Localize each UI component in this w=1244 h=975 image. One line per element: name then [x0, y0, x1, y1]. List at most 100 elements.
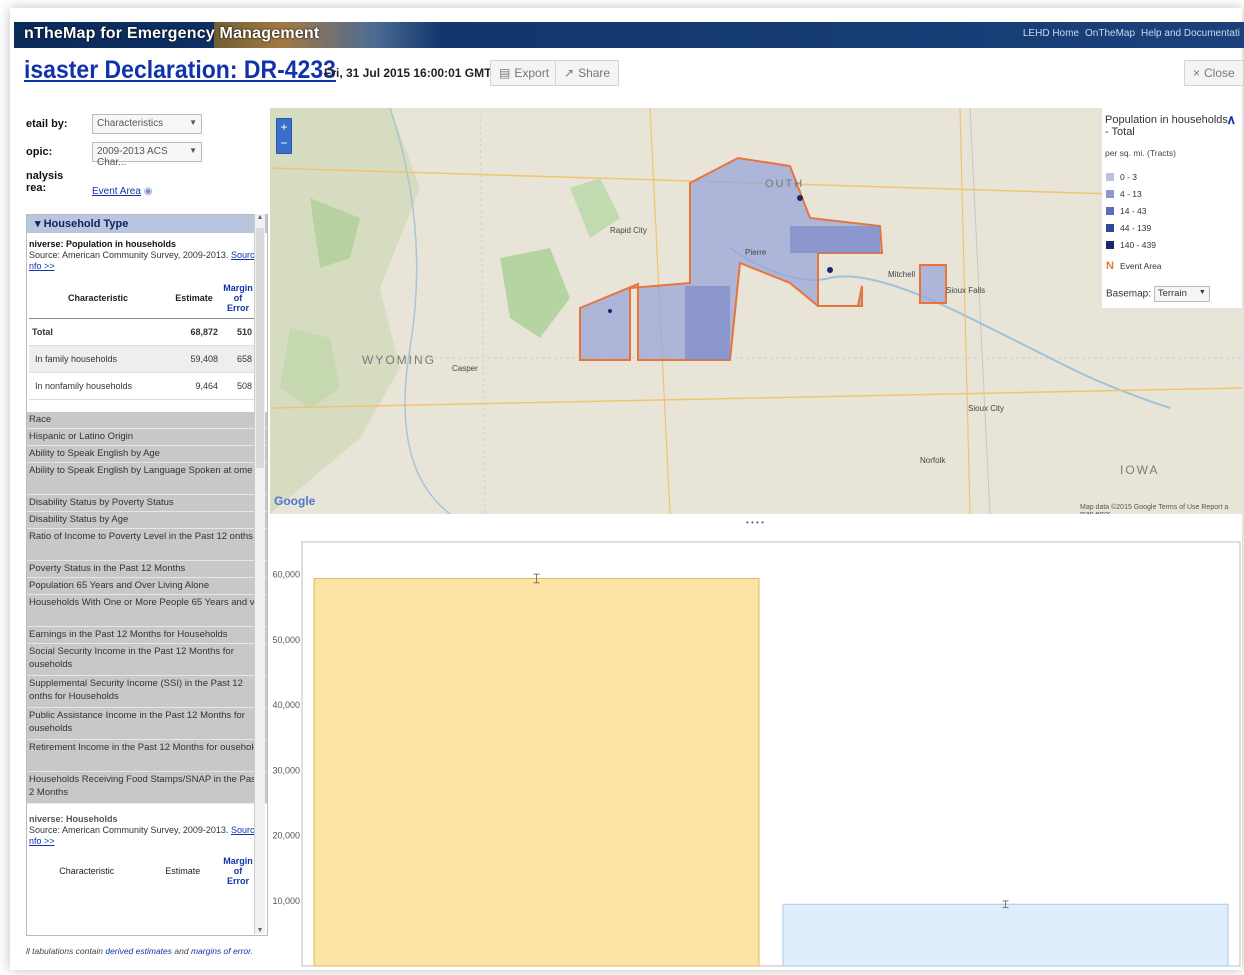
legend-swatch [1106, 241, 1114, 249]
state-label-south-dakota: OUTH [765, 178, 805, 190]
row-estimate: 59,408 [166, 345, 221, 373]
derived-estimates-link[interactable]: derived estimates [105, 946, 172, 956]
scroll-down-icon[interactable]: ▼ [255, 927, 265, 934]
legend-item-label: 140 - 439 [1120, 240, 1156, 250]
col-margin-of-error[interactable]: Margin of Error [221, 278, 255, 319]
scroll-up-icon[interactable]: ▲ [255, 214, 265, 221]
detail-by-value: Characteristics [97, 118, 164, 129]
app-header-bar: nTheMap for Emergency Management LEHD Ho… [14, 22, 1244, 48]
section-65-living-alone[interactable]: Population 65 Years and Over Living Alon… [27, 578, 267, 595]
zoom-out-button[interactable]: − [277, 135, 291, 151]
section-food-stamps[interactable]: Households Receiving Food Stamps/SNAP in… [27, 772, 267, 804]
row-label: In nonfamily households [29, 372, 167, 400]
google-logo: Google [274, 494, 316, 508]
scroll-thumb[interactable] [256, 228, 264, 468]
col-margin-of-error[interactable]: Margin of Error [221, 851, 255, 891]
section-social-security[interactable]: Social Security Income in the Past 12 Mo… [27, 644, 267, 676]
tabulation-footnote: ll tabulations contain derived estimates… [26, 946, 253, 956]
section-disability-poverty[interactable]: Disability Status by Poverty Status [27, 495, 267, 512]
declaration-date: Fri, 31 Jul 2015 16:00:01 GMT [324, 66, 492, 80]
map-chart-splitter[interactable]: • • • • [746, 518, 764, 527]
state-label-iowa: IOWA [1120, 463, 1160, 477]
map-canvas[interactable] [270, 108, 1242, 514]
col-estimate: Estimate [165, 866, 201, 876]
row-estimate: 9,464 [166, 372, 221, 400]
legend-swatch [1106, 207, 1114, 215]
y-tick-label: 60,000 [272, 570, 300, 580]
event-area-link[interactable]: Event Area [92, 186, 141, 197]
export-button[interactable]: ▤ Export [490, 60, 559, 86]
chevron-down-icon: ▼ [1198, 289, 1206, 296]
legend-item-label: 44 - 139 [1120, 223, 1152, 233]
panel-scrollbar[interactable]: ▲ ▼ [254, 214, 265, 934]
legend-title-line2: - Total [1105, 126, 1135, 138]
detail-by-select[interactable]: Characteristics ▼ [92, 114, 202, 134]
section-earnings[interactable]: Earnings in the Past 12 Months for House… [27, 627, 267, 644]
table-row: Total 68,872 510 [29, 318, 255, 346]
footnote-prefix: ll tabulations contain [26, 946, 104, 956]
onthemap-link[interactable]: OnTheMap [1085, 28, 1135, 39]
place-mitchell: Mitchell [888, 270, 916, 279]
legend-title-line1: Population in households [1105, 114, 1228, 126]
section-english-by-age[interactable]: Ability to Speak English by Age [27, 446, 267, 463]
section-public-assistance[interactable]: Public Assistance Income in the Past 12 … [27, 708, 267, 740]
y-tick-label: 30,000 [272, 765, 300, 775]
section-households-65-over[interactable]: Households With One or More People 65 Ye… [27, 595, 267, 627]
help-docs-link[interactable]: Help and Documentati [1141, 28, 1240, 39]
lehd-home-link[interactable]: LEHD Home [1023, 28, 1079, 39]
close-button[interactable]: × Close [1184, 60, 1244, 86]
section-retirement[interactable]: Retirement Income in the Past 12 Months … [27, 740, 267, 772]
legend-title: Population in households - Total [1105, 114, 1228, 138]
app-links: LEHD Home OnTheMap Help and Documentati [1023, 28, 1240, 39]
chevron-down-icon: ▼ [189, 118, 197, 127]
legend-item: 140 - 439 [1106, 240, 1156, 250]
households-table: Characteristic Estimate Margin of Error [29, 851, 255, 891]
margins-of-error-link[interactable]: margins of error. [191, 946, 253, 956]
info-icon[interactable]: ◉ [144, 186, 153, 197]
info-link[interactable]: nfo >> [29, 261, 55, 271]
characteristics-panel: ▾ Household Type niverse: Population in … [26, 214, 268, 936]
place-sioux-falls: Sioux Falls [946, 286, 986, 295]
share-label: Share [578, 66, 611, 80]
map-attribution[interactable]: Map data ©2015 Google Terms of Use Repor… [1080, 504, 1242, 514]
analysis-label-line1: nalysis [26, 170, 64, 182]
info2-link[interactable]: nfo >> [29, 836, 55, 846]
close-icon: × [1193, 66, 1201, 80]
map-view[interactable]: WYOMING IOWA OUTH Rapid City Sioux Falls… [270, 108, 1242, 514]
title-row: isaster Declaration: DR-4233 Fri, 31 Jul… [14, 56, 1244, 90]
bar-chart-svg: 10,000 20,000 30,000 40,000 50,000 60,000 [272, 541, 1241, 967]
topic-select[interactable]: 2009-2013 ACS Char... ▼ [92, 142, 202, 168]
section-disability-age[interactable]: Disability Status by Age [27, 512, 267, 529]
row-label: In family households [29, 345, 167, 373]
section-english-by-language[interactable]: Ability to Speak English by Language Spo… [27, 463, 267, 495]
zoom-control: + − [276, 118, 292, 154]
basemap-label: Basemap: [1106, 288, 1152, 300]
y-tick-label: 10,000 [272, 896, 300, 906]
analysis-area-label: nalysis rea: [26, 170, 63, 194]
place-rapid-city: Rapid City [610, 226, 647, 235]
section-hispanic-origin[interactable]: Hispanic or Latino Origin [27, 429, 267, 446]
row-estimate: 68,872 [166, 318, 221, 346]
source2-text: Source: American Community Survey, 2009-… [29, 825, 229, 835]
household-type-title: Household Type [43, 218, 129, 230]
legend-event-area: N Event Area [1106, 260, 1162, 272]
section-income-poverty-ratio[interactable]: Ratio of Income to Poverty Level in the … [27, 529, 267, 561]
zoom-in-button[interactable]: + [277, 119, 291, 135]
event-area-icon: N [1106, 260, 1114, 272]
row-label: Total [29, 318, 167, 346]
collapse-legend-icon[interactable]: ∧ [1226, 112, 1236, 128]
basemap-select[interactable]: Terrain ▼ [1153, 286, 1210, 302]
place-pierre: Pierre [745, 248, 767, 257]
section-race[interactable]: Race [27, 412, 267, 429]
legend-swatch [1106, 190, 1114, 198]
section-poverty-status[interactable]: Poverty Status in the Past 12 Months [27, 561, 267, 578]
legend-item-label: 4 - 13 [1120, 189, 1142, 199]
share-button[interactable]: ↗ Share [555, 60, 620, 86]
app-title: nTheMap for Emergency Management [24, 25, 320, 42]
source-text: Source: American Community Survey, 2009-… [29, 250, 229, 260]
section-ssi[interactable]: Supplemental Security Income (SSI) in th… [27, 676, 267, 708]
household-type-header[interactable]: ▾ Household Type [27, 215, 267, 233]
y-tick-label: 40,000 [272, 700, 300, 710]
col-characteristic: Characteristic [29, 278, 167, 319]
page-title[interactable]: isaster Declaration: DR-4233 [24, 56, 336, 85]
